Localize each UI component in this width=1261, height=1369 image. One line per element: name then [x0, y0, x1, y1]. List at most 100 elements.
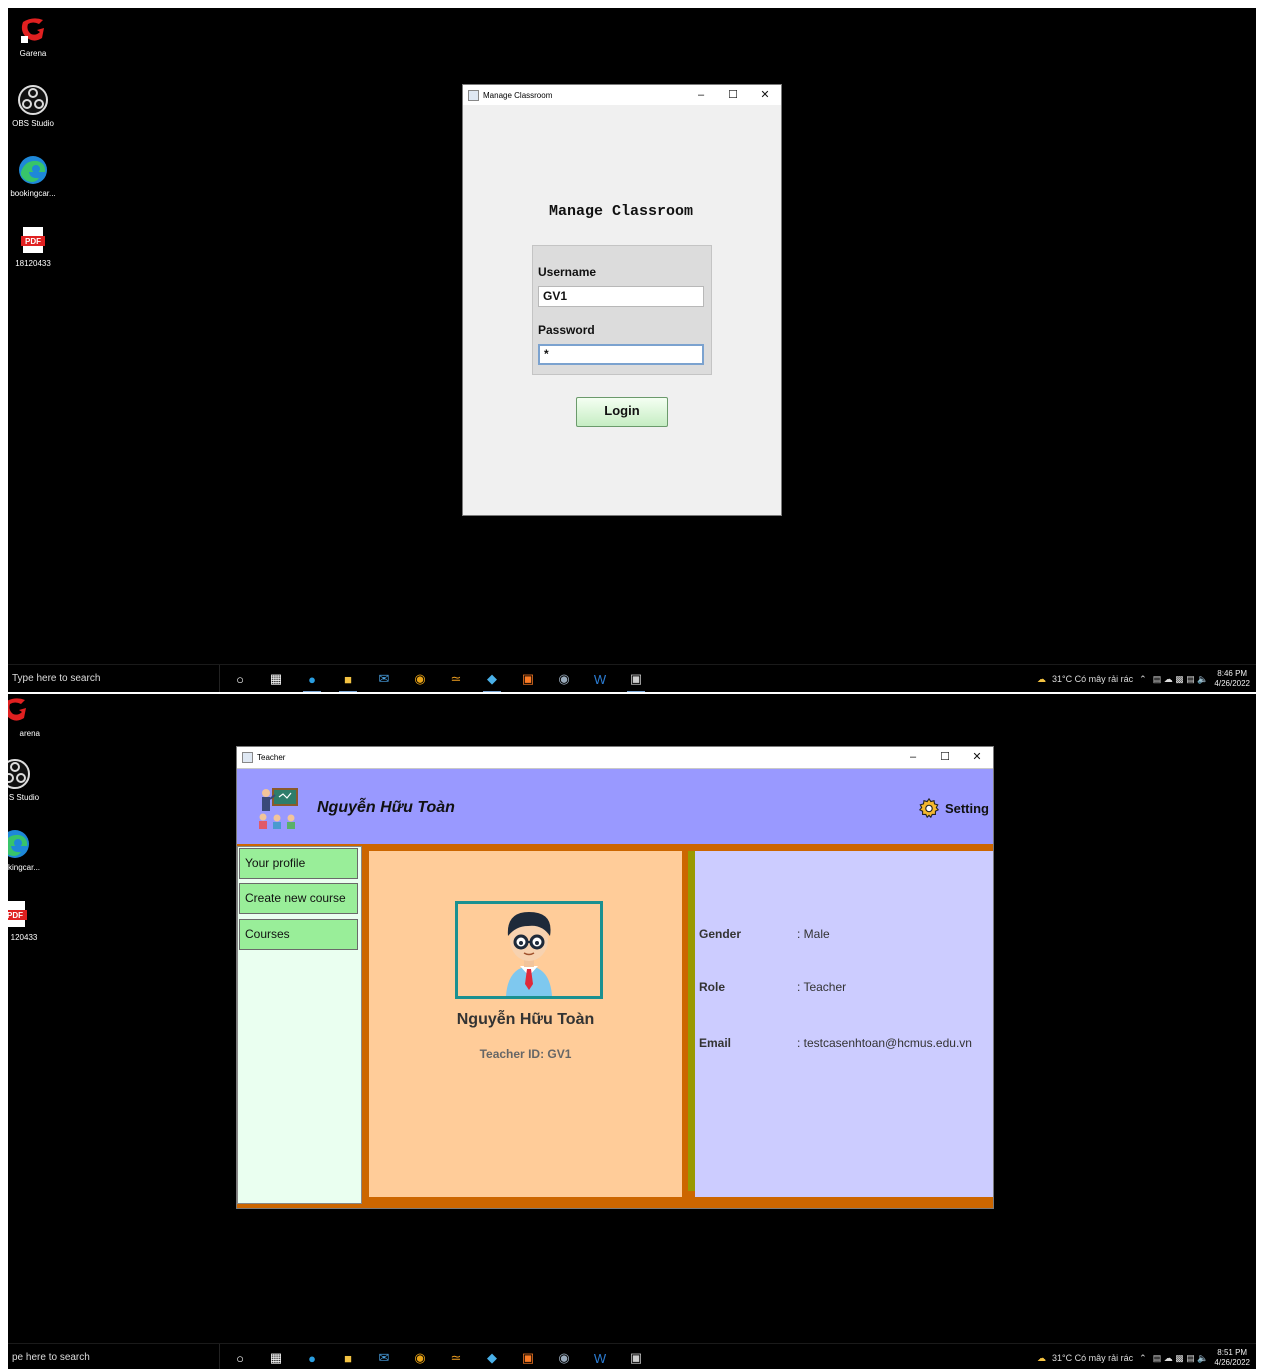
file-explorer-icon[interactable]: ■ — [338, 669, 358, 692]
edge-icon — [8, 830, 29, 858]
desktop-icon-garena[interactable]: arena — [8, 694, 40, 738]
minimize-button[interactable]: – — [897, 747, 929, 767]
desktop-icon-label: bookingcar... — [10, 189, 56, 198]
chevron-up-icon[interactable]: ⌃ — [1139, 674, 1147, 685]
desktop-icon-edge[interactable]: kingcar... — [8, 828, 40, 872]
desktop-icon-label: OBS Studio — [12, 119, 54, 128]
login-form: Username GV1 Password * — [532, 245, 712, 375]
title-bar[interactable]: Manage Classroom – ☐ ✕ — [463, 85, 781, 105]
profile-divider — [688, 851, 695, 1191]
close-button[interactable]: ✕ — [749, 85, 781, 105]
svg-text:PDF: PDF — [25, 237, 41, 246]
word-icon[interactable]: W — [590, 1348, 610, 1368]
weather-icon: ☁ — [1037, 673, 1047, 684]
cube-app-icon[interactable]: ◆ — [482, 1348, 502, 1368]
teacher-avatar-icon — [506, 912, 552, 996]
email-value: : testcasenhtoan@hcmus.edu.vn — [797, 1036, 972, 1050]
title-bar[interactable]: Teacher – ☐ ✕ — [237, 747, 993, 769]
java-app-taskbar-icon[interactable]: ▣ — [626, 669, 646, 692]
sidebar-item-your-profile[interactable]: Your profile — [239, 848, 358, 879]
window-title: Manage Classroom — [483, 90, 553, 100]
weather-text[interactable]: 31°C Có mây rải rác — [1052, 674, 1133, 684]
desktop-icon-obs[interactable]: OBS Studio — [8, 84, 58, 128]
chrome-icon[interactable]: ◉ — [410, 669, 430, 689]
task-view-icon[interactable]: ▦ — [266, 1348, 286, 1368]
java-app-taskbar-icon[interactable]: ▣ — [626, 1348, 646, 1368]
pdf-icon: PDF — [8, 901, 27, 927]
cortana-icon[interactable]: ○ — [230, 669, 250, 689]
password-input[interactable]: * — [538, 344, 704, 365]
profile-teacher-id: Teacher ID: GV1 — [479, 1047, 572, 1061]
xampp-icon[interactable]: ▣ — [518, 669, 538, 689]
sidebar: Your profile Create new course Courses — [237, 846, 362, 1204]
desktop-icon-label: 18120433 — [15, 259, 51, 268]
app-header: Nguyễn Hữu Toàn Setting — [237, 769, 993, 844]
java-app-icon — [468, 89, 479, 101]
obs-icon — [18, 85, 48, 115]
close-button[interactable]: ✕ — [961, 747, 993, 767]
teacher-classroom-icon — [259, 788, 298, 829]
clock[interactable]: 8:51 PM 4/26/2022 — [1214, 1348, 1250, 1368]
taskbar-search-input[interactable]: pe here to search — [8, 1344, 220, 1369]
taskbar-apps: ○ ▦ ● ■ ✉ ◉ ≃ ◆ ▣ ◉ W ▣ — [230, 665, 646, 692]
java-ide-icon[interactable]: ≃ — [446, 669, 466, 689]
desktop-icon-pdf[interactable]: PDF 120433 — [8, 898, 40, 942]
setting-button[interactable]: Setting — [918, 797, 989, 819]
weather-icon: ☁ — [1037, 1352, 1047, 1363]
desktop-icon-label: 120433 — [10, 933, 38, 942]
taskbar-search-input[interactable]: Type here to search — [8, 665, 220, 692]
minimize-button[interactable]: – — [685, 85, 717, 105]
maximize-button[interactable]: ☐ — [929, 747, 961, 767]
gender-value: : Male — [797, 927, 830, 941]
edge-taskbar-icon[interactable]: ● — [302, 669, 322, 692]
desktop-icon-label: Garena — [19, 49, 47, 58]
profile-full-name: Nguyễn Hữu Toàn — [456, 1011, 595, 1028]
maximize-button[interactable]: ☐ — [717, 85, 749, 105]
login-window: Manage Classroom – ☐ ✕ Manage Classroom … — [462, 84, 782, 516]
github-icon[interactable]: ◉ — [554, 1348, 574, 1368]
role-label: Role — [699, 980, 726, 994]
desktop-icon-pdf[interactable]: PDF 18120433 — [8, 224, 58, 268]
desktop-icon-label: kingcar... — [8, 863, 40, 872]
desktop-icon-garena[interactable]: Garena — [8, 14, 58, 58]
edge-icon — [19, 156, 47, 184]
chevron-up-icon[interactable]: ⌃ — [1139, 1353, 1147, 1364]
sidebar-item-courses[interactable]: Courses — [239, 919, 358, 950]
cube-app-icon[interactable]: ◆ — [482, 669, 502, 692]
mail-icon[interactable]: ✉ — [374, 1348, 394, 1368]
cortana-icon[interactable]: ○ — [230, 1348, 250, 1368]
tray-icons[interactable]: ▤ ☁ ▩ ▤ 🔈 — [1153, 674, 1209, 685]
obs-icon — [8, 759, 30, 789]
header-teacher-name: Nguyễn Hữu Toàn — [317, 799, 455, 816]
file-explorer-icon[interactable]: ■ — [338, 1348, 358, 1368]
weather-text[interactable]: 31°C Có mây rải rác — [1052, 1353, 1133, 1363]
taskbar: pe here to search ○ ▦ ● ■ ✉ ◉ ≃ ◆ ▣ ◉ W … — [8, 1343, 1256, 1369]
github-icon[interactable]: ◉ — [554, 669, 574, 689]
taskbar: Type here to search ○ ▦ ● ■ ✉ ◉ ≃ ◆ ▣ ◉ … — [8, 664, 1256, 692]
garena-icon — [21, 18, 44, 43]
mail-icon[interactable]: ✉ — [374, 669, 394, 689]
desktop-icon-obs[interactable]: S Studio — [8, 758, 40, 802]
xampp-icon[interactable]: ▣ — [518, 1348, 538, 1368]
task-view-icon[interactable]: ▦ — [266, 669, 286, 689]
garena-icon — [8, 698, 26, 721]
gender-label: Gender — [699, 927, 742, 941]
tray-icons[interactable]: ▤ ☁ ▩ ▤ 🔈 — [1153, 1353, 1209, 1364]
avatar — [455, 901, 603, 999]
email-label: Email — [699, 1036, 732, 1050]
system-tray: ☁ 31°C Có mây rải rác ⌃ ▤ ☁ ▩ ▤ 🔈 8:46 P… — [1037, 665, 1250, 692]
word-icon[interactable]: W — [590, 669, 610, 689]
password-label: Password — [538, 323, 595, 337]
desktop-screen-login: Garena OBS Studio bookingcar... PDF 1812… — [8, 8, 1256, 692]
chrome-icon[interactable]: ◉ — [410, 1348, 430, 1368]
username-input[interactable]: GV1 — [538, 286, 704, 307]
java-ide-icon[interactable]: ≃ — [446, 1348, 466, 1368]
clock-date: 4/26/2022 — [1214, 679, 1250, 688]
desktop-screen-teacher: arena S Studio kingcar... PDF 120433 Tea… — [8, 694, 1256, 1369]
sidebar-item-create-new-course[interactable]: Create new course — [239, 883, 358, 914]
edge-taskbar-icon[interactable]: ● — [302, 1348, 322, 1368]
clock[interactable]: 8:46 PM 4/26/2022 — [1214, 669, 1250, 689]
role-value: : Teacher — [797, 980, 847, 994]
login-button[interactable]: Login — [576, 397, 668, 427]
desktop-icon-edge[interactable]: bookingcar... — [8, 154, 58, 198]
